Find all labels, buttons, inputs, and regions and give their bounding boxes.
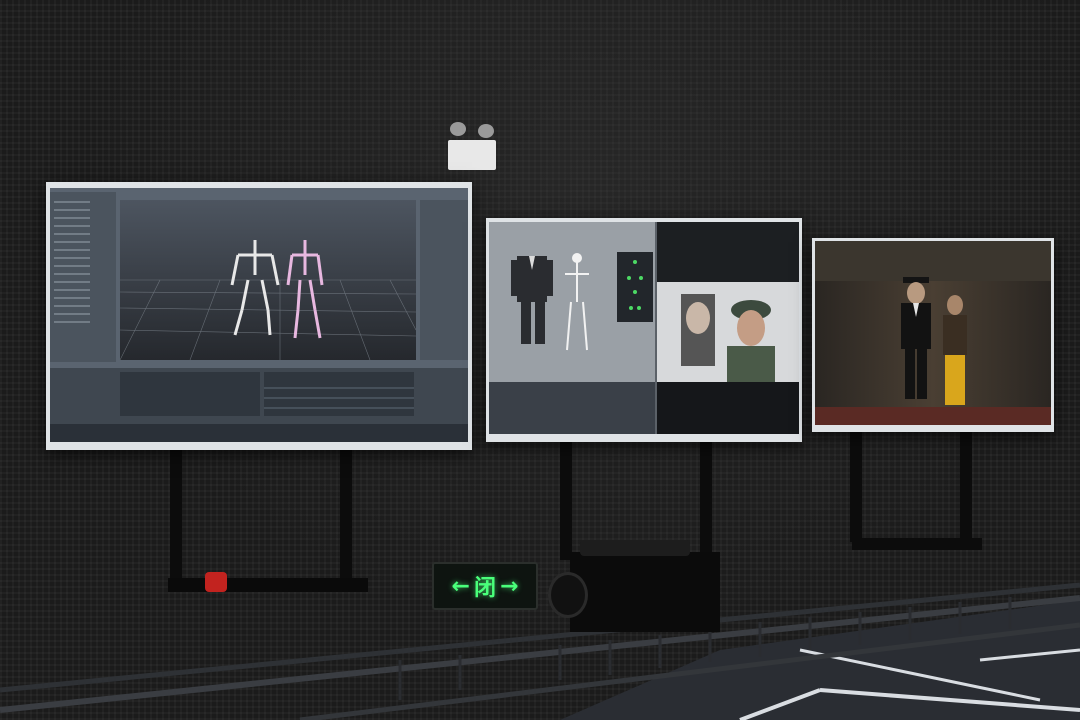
timeline-panel — [50, 368, 468, 442]
game-scene-screen — [815, 241, 1051, 425]
properties-panel — [420, 200, 468, 360]
red-device — [205, 572, 227, 592]
camera-gear — [580, 540, 690, 556]
monitor-stand — [340, 450, 352, 590]
left-arrow-icon: ← — [451, 573, 470, 599]
outliner-panel — [50, 192, 116, 362]
exit-sign: ← 闭 → — [432, 562, 538, 610]
monitor-right — [812, 238, 1054, 432]
monitor-stand — [700, 440, 712, 560]
camera-lens — [548, 572, 588, 618]
exit-glyph: 闭 — [473, 576, 496, 601]
rig-and-face-screen — [489, 222, 799, 434]
mocap-studio-photo: ← 闭 → — [0, 0, 1080, 720]
3d-viewport — [119, 200, 417, 361]
monitor-middle — [486, 218, 802, 442]
monitor-stand — [170, 450, 182, 590]
camera-cart — [570, 552, 720, 632]
emergency-light — [446, 122, 498, 172]
monitor-left — [46, 182, 472, 450]
monitor-stand — [960, 432, 972, 542]
equipment-table — [168, 578, 368, 592]
mocap-software-screen — [50, 188, 468, 442]
equipment-table — [852, 538, 982, 550]
red-stage-floor — [815, 407, 1051, 425]
monitor-stand — [850, 432, 862, 542]
graph-editor — [489, 382, 655, 434]
right-arrow-icon: → — [500, 573, 519, 599]
monitor-stand — [560, 440, 572, 560]
